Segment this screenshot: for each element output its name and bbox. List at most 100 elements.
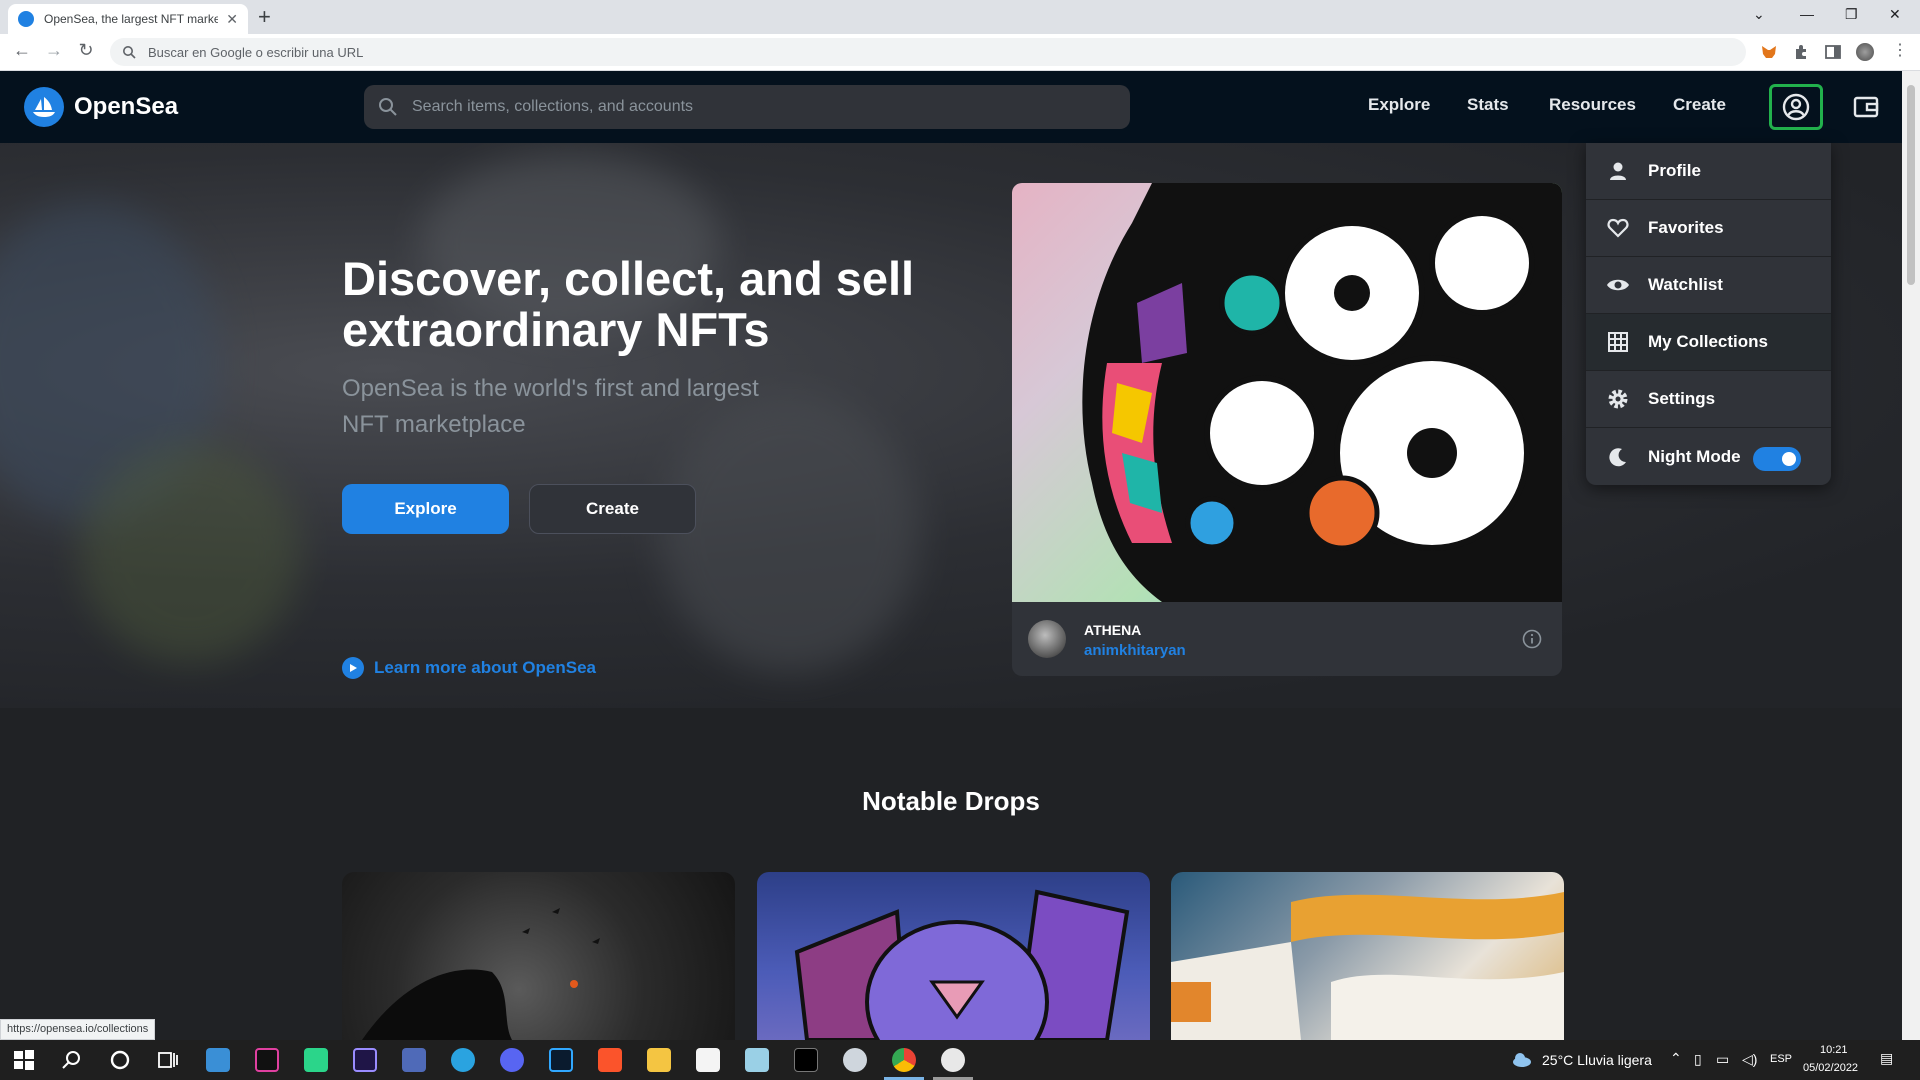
page-scrollbar[interactable] (1902, 71, 1920, 1040)
photoshop-icon[interactable] (549, 1048, 573, 1072)
nav-stats-link[interactable]: Stats (1467, 95, 1509, 115)
terminal-app-icon[interactable] (255, 1048, 279, 1072)
toggle-knob (1782, 452, 1796, 466)
menu-item-label: Profile (1648, 161, 1701, 180)
brave-browser-icon[interactable] (598, 1048, 622, 1072)
clock-date[interactable]: 05/02/2022 (1803, 1062, 1858, 1074)
battery-icon[interactable]: ▯ (1694, 1051, 1702, 1068)
profile-avatar-icon[interactable] (1856, 43, 1874, 61)
nav-explore-link[interactable]: Explore (1368, 95, 1430, 115)
info-icon[interactable] (1522, 629, 1542, 649)
restore-icon[interactable]: ❐ (1845, 6, 1858, 23)
brand-name[interactable]: OpenSea (74, 93, 178, 121)
clock-time[interactable]: 10:21 (1820, 1044, 1848, 1056)
menu-item-settings[interactable]: Settings (1586, 371, 1831, 428)
opensea-header: OpenSea Explore Stats Resources Create (0, 71, 1902, 143)
menu-item-my-collections[interactable]: My Collections (1586, 314, 1831, 371)
cortana-icon[interactable] (108, 1048, 132, 1072)
featured-nft-card[interactable]: ATHENA animkhitaryan (1012, 183, 1562, 676)
menu-item-night-mode[interactable]: Night Mode (1586, 428, 1831, 485)
scrollbar-thumb[interactable] (1907, 85, 1915, 285)
volume-icon[interactable]: ◁) (1742, 1051, 1757, 1068)
creator-avatar[interactable] (1028, 620, 1066, 658)
app-icon[interactable] (304, 1048, 328, 1072)
forward-icon[interactable]: → (42, 40, 66, 61)
menu-item-label: My Collections (1648, 332, 1768, 351)
telegram-icon[interactable] (451, 1048, 475, 1072)
extensions-puzzle-icon[interactable] (1792, 43, 1810, 61)
nav-resources-link[interactable]: Resources (1549, 95, 1636, 115)
wallet-icon[interactable] (1852, 93, 1880, 121)
app-icon[interactable] (696, 1048, 720, 1072)
drop-card[interactable] (342, 872, 735, 1040)
metamask-extension-icon[interactable] (1760, 43, 1778, 61)
minimize-icon[interactable]: — (1800, 6, 1814, 22)
discord-icon[interactable] (500, 1048, 524, 1072)
chrome-menu-icon[interactable]: ⋮ (1888, 40, 1912, 60)
site-search-bar[interactable] (364, 85, 1130, 129)
tab-search-icon[interactable]: ⌄ (1753, 6, 1765, 23)
eye-icon (1606, 273, 1630, 297)
nft-name[interactable]: ATHENA (1084, 622, 1141, 638)
chrome-icon[interactable] (892, 1048, 916, 1072)
back-icon[interactable]: ← (10, 40, 34, 61)
language-indicator[interactable]: ESP (1770, 1053, 1792, 1065)
show-hidden-icons-icon[interactable]: ⌃ (1670, 1050, 1682, 1067)
close-tab-icon[interactable]: ✕ (226, 11, 238, 28)
explore-button[interactable]: Explore (342, 484, 509, 534)
app-icon[interactable] (402, 1048, 426, 1072)
opensea-favicon-icon (18, 11, 34, 27)
browser-tab[interactable]: OpenSea, the largest NFT marketplace ✕ (8, 4, 248, 34)
night-mode-toggle[interactable] (1753, 447, 1801, 471)
featured-card-footer: ATHENA animkhitaryan (1012, 602, 1562, 676)
learn-more-label: Learn more about OpenSea (374, 658, 596, 677)
site-search-input[interactable] (412, 98, 1092, 116)
task-view-icon[interactable] (156, 1048, 180, 1072)
learn-more-link[interactable]: Learn more about OpenSea (342, 657, 596, 679)
gear-icon (1606, 387, 1630, 411)
app-icon[interactable] (843, 1048, 867, 1072)
hero-subtitle: OpenSea is the world's first and largest… (342, 375, 759, 438)
after-effects-icon[interactable] (353, 1048, 377, 1072)
terminal-app-icon[interactable] (794, 1048, 818, 1072)
opensea-logo-icon[interactable] (24, 87, 64, 127)
app-icon[interactable] (745, 1048, 769, 1072)
play-icon (342, 657, 364, 679)
reload-icon[interactable]: ↻ (74, 40, 98, 61)
drop-card[interactable] (757, 872, 1150, 1040)
app-icon[interactable] (206, 1048, 230, 1072)
account-circle-icon (1782, 93, 1810, 121)
address-bar[interactable]: Buscar en Google o escribir una URL (110, 38, 1746, 66)
menu-item-label: Settings (1648, 389, 1716, 408)
weather-cloud-icon[interactable] (1510, 1048, 1534, 1072)
creator-link[interactable]: animkhitaryan (1084, 642, 1186, 659)
link-status-bubble: https://opensea.io/collections (0, 1019, 156, 1040)
account-button[interactable] (1769, 84, 1823, 130)
file-explorer-icon[interactable] (647, 1048, 671, 1072)
user-icon (1606, 159, 1630, 183)
hero-title: Discover, collect, and sell extraordinar… (342, 252, 915, 356)
featured-artwork-image (1012, 183, 1562, 602)
menu-item-label: Night Mode (1648, 446, 1741, 466)
menu-item-favorites[interactable]: Favorites (1586, 200, 1831, 257)
account-dropdown-menu: Profile Favorites Watchlist My Collectio… (1586, 143, 1831, 485)
nav-create-link[interactable]: Create (1673, 95, 1726, 115)
app-icon[interactable] (941, 1048, 965, 1072)
address-bar-placeholder: Buscar en Google o escribir una URL (148, 44, 364, 60)
menu-item-profile[interactable]: Profile (1586, 143, 1831, 200)
create-button[interactable]: Create (529, 484, 696, 534)
side-panel-icon[interactable] (1824, 43, 1842, 61)
windows-start-icon[interactable] (12, 1048, 36, 1072)
new-tab-icon[interactable]: + (258, 5, 271, 29)
drop-card[interactable] (1171, 872, 1564, 1040)
notifications-icon[interactable]: ▤ (1880, 1050, 1893, 1067)
windows-taskbar: 25°C Lluvia ligera ⌃ ▯ ▭ ◁) ESP 10:21 05… (0, 1040, 1920, 1080)
grid-icon (1606, 330, 1630, 354)
search-icon (379, 98, 397, 116)
menu-item-watchlist[interactable]: Watchlist (1586, 257, 1831, 314)
network-icon[interactable]: ▭ (1716, 1051, 1729, 1068)
background-decoration (80, 443, 300, 663)
search-icon[interactable] (60, 1048, 84, 1072)
close-window-icon[interactable]: ✕ (1889, 6, 1901, 23)
weather-text[interactable]: 25°C Lluvia ligera (1542, 1052, 1652, 1068)
